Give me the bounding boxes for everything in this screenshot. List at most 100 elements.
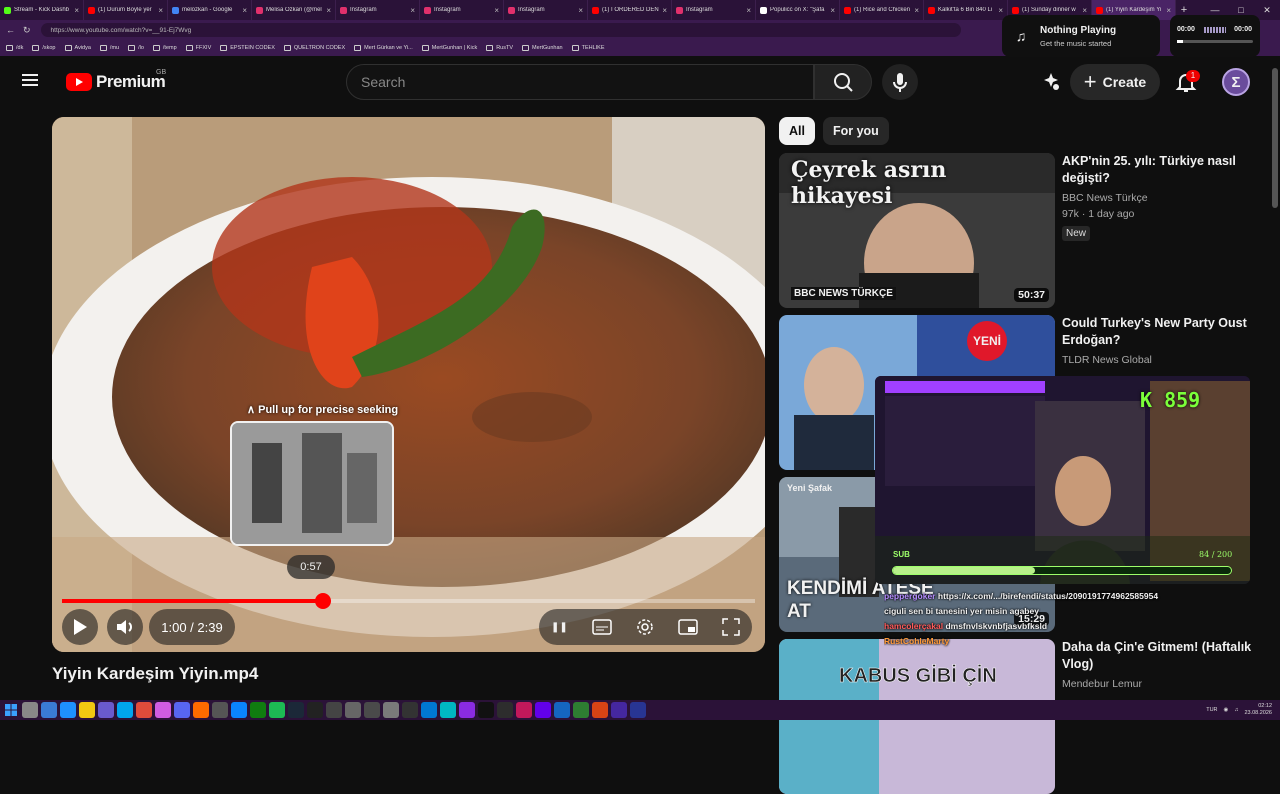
taskbar-app-icon[interactable] (269, 702, 285, 718)
taskbar-app-icon[interactable] (630, 702, 646, 718)
browser-tab[interactable]: (1) Rice and Chicken × (840, 0, 924, 20)
taskbar-app-icon[interactable] (41, 702, 57, 718)
keyboard-language[interactable]: TUR (1206, 707, 1217, 713)
taskbar-app-icon[interactable] (611, 702, 627, 718)
reload-icon[interactable]: ↻ (23, 25, 31, 36)
subtitles-icon[interactable] (592, 619, 612, 635)
scrubber-handle[interactable] (314, 593, 331, 609)
channel-name[interactable]: Mendebur Lemur (1062, 678, 1262, 690)
taskbar-app-icon[interactable] (402, 702, 418, 718)
browser-tab[interactable]: Instagram × (672, 0, 756, 20)
browser-tab[interactable]: Populicc on X: "Şafa × (756, 0, 840, 20)
browser-tab[interactable]: Melisa Ozkan (@mel × (252, 0, 336, 20)
browser-tab[interactable]: Kalkit'ta 6 Bin 840 Li × (924, 0, 1008, 20)
bookmark-item[interactable]: FFXIV (185, 45, 211, 51)
now-playing-widget[interactable]: ♫ Nothing Playing Get the music started (1002, 15, 1160, 57)
taskbar-app-icon[interactable] (516, 702, 532, 718)
taskbar-app-icon[interactable] (459, 702, 475, 718)
search-button[interactable] (814, 64, 872, 100)
tab-close-icon[interactable]: × (830, 6, 835, 15)
tab-close-icon[interactable]: × (158, 6, 163, 15)
bookmark-item[interactable]: EPSTEIN CODEX (220, 45, 275, 51)
bookmark-item[interactable]: Avidya (64, 45, 91, 51)
browser-tab[interactable]: Instagram × (420, 0, 504, 20)
taskbar-app-icon[interactable] (174, 702, 190, 718)
tab-close-icon[interactable]: × (1166, 6, 1171, 15)
youtube-premium-logo[interactable]: Premium GB (66, 69, 166, 92)
tab-close-icon[interactable]: × (1082, 6, 1087, 15)
taskbar-app-icon[interactable] (98, 702, 114, 718)
tab-close-icon[interactable]: × (746, 6, 751, 15)
bookmark-item[interactable]: RusTV (486, 45, 513, 51)
taskbar-app-icon[interactable] (60, 702, 76, 718)
create-button[interactable]: + Create (1070, 64, 1160, 100)
bookmark-item[interactable]: /skop (32, 45, 56, 51)
taskbar-app-icon[interactable] (231, 702, 247, 718)
tab-close-icon[interactable]: × (494, 6, 499, 15)
taskbar-app-icon[interactable] (136, 702, 152, 718)
taskbar-app-icon[interactable] (573, 702, 589, 718)
voice-search-button[interactable] (882, 64, 918, 100)
taskbar-app-icon[interactable] (478, 702, 494, 718)
recommendation-title[interactable]: Could Turkey's New Party Oust Erdoğan? (1062, 315, 1262, 349)
browser-tab[interactable]: Instagram × (504, 0, 588, 20)
taskbar-app-icon[interactable] (497, 702, 513, 718)
channel-name[interactable]: TLDR News Global (1062, 354, 1262, 366)
taskbar-app-icon[interactable] (364, 702, 380, 718)
bookmark-item[interactable]: /mu (99, 45, 119, 51)
bookmark-item[interactable]: MertGunhan (522, 45, 563, 51)
chip-for-you[interactable]: For you (822, 117, 889, 145)
taskbar-app-icon[interactable] (307, 702, 323, 718)
clock[interactable]: 02:12 23.08.2026 (1244, 703, 1272, 717)
volume-button[interactable] (107, 609, 143, 645)
taskbar-app-icon[interactable] (592, 702, 608, 718)
taskbar-app-icon[interactable] (193, 702, 209, 718)
bookmark-item[interactable]: Mert Gürkan ve Yi... (354, 45, 413, 51)
taskbar-app-icon[interactable] (535, 702, 551, 718)
tab-close-icon[interactable]: × (998, 6, 1003, 15)
progress-bar[interactable] (62, 593, 755, 609)
taskbar-app-icon[interactable] (554, 702, 570, 718)
search-input[interactable] (361, 74, 801, 90)
taskbar-app-icon[interactable] (288, 702, 304, 718)
taskbar-app-icon[interactable] (326, 702, 342, 718)
settings-gear-icon[interactable] (636, 618, 654, 636)
taskbar-app-icon[interactable] (421, 702, 437, 718)
sparkle-icon[interactable] (1041, 72, 1061, 92)
bookmark-item[interactable]: TEHLIKE (571, 45, 605, 51)
play-button[interactable] (62, 609, 98, 645)
tab-close-icon[interactable]: × (74, 6, 79, 15)
tab-close-icon[interactable]: × (410, 6, 415, 15)
tab-close-icon[interactable]: × (914, 6, 919, 15)
speaker-icon[interactable]: ♫ (1234, 707, 1238, 713)
page-scrollbar[interactable] (1270, 58, 1280, 700)
bookmark-item[interactable]: QUELTRON CODEX (283, 45, 345, 51)
fullscreen-icon[interactable] (722, 618, 740, 636)
bookmark-item[interactable]: /dk (6, 45, 23, 51)
taskbar-app-icon[interactable] (250, 702, 266, 718)
network-icon[interactable]: ◉ (1224, 707, 1229, 713)
tab-close-icon[interactable]: × (578, 6, 583, 15)
chip-all[interactable]: All (779, 117, 815, 145)
taskbar-app-icon[interactable] (345, 702, 361, 718)
taskbar-app-icon[interactable] (117, 702, 133, 718)
url-field[interactable]: https://www.youtube.com/watch?v=__91-Ej7… (40, 23, 961, 37)
channel-name[interactable]: BBC News Türkçe (1062, 192, 1262, 204)
hamburger-menu-icon[interactable] (22, 71, 44, 93)
tab-close-icon[interactable]: × (662, 6, 667, 15)
taskbar-app-icon[interactable] (440, 702, 456, 718)
miniplayer-icon[interactable] (678, 619, 698, 635)
taskbar-app-icon[interactable] (22, 702, 38, 718)
bookmark-item[interactable]: MertGunhan | Kick (421, 45, 477, 51)
user-avatar[interactable]: Σ (1222, 68, 1250, 96)
tab-close-icon[interactable]: × (242, 6, 247, 15)
browser-tab[interactable]: (1) Durum Boyle yer × (84, 0, 168, 20)
autoplay-toggle-icon[interactable]: ❚❚ (551, 622, 568, 633)
taskbar-app-icon[interactable] (383, 702, 399, 718)
taskbar-app-icon[interactable] (79, 702, 95, 718)
bookmark-item[interactable]: /lo (128, 45, 144, 51)
bookmark-item[interactable]: /temp (152, 45, 177, 51)
browser-tab[interactable]: Stream - Kick Dashb × (0, 0, 84, 20)
video-player[interactable]: ∧ Pull up for precise seeking 0:57 1:00 … (52, 117, 765, 652)
start-menu-icon[interactable] (3, 702, 19, 718)
